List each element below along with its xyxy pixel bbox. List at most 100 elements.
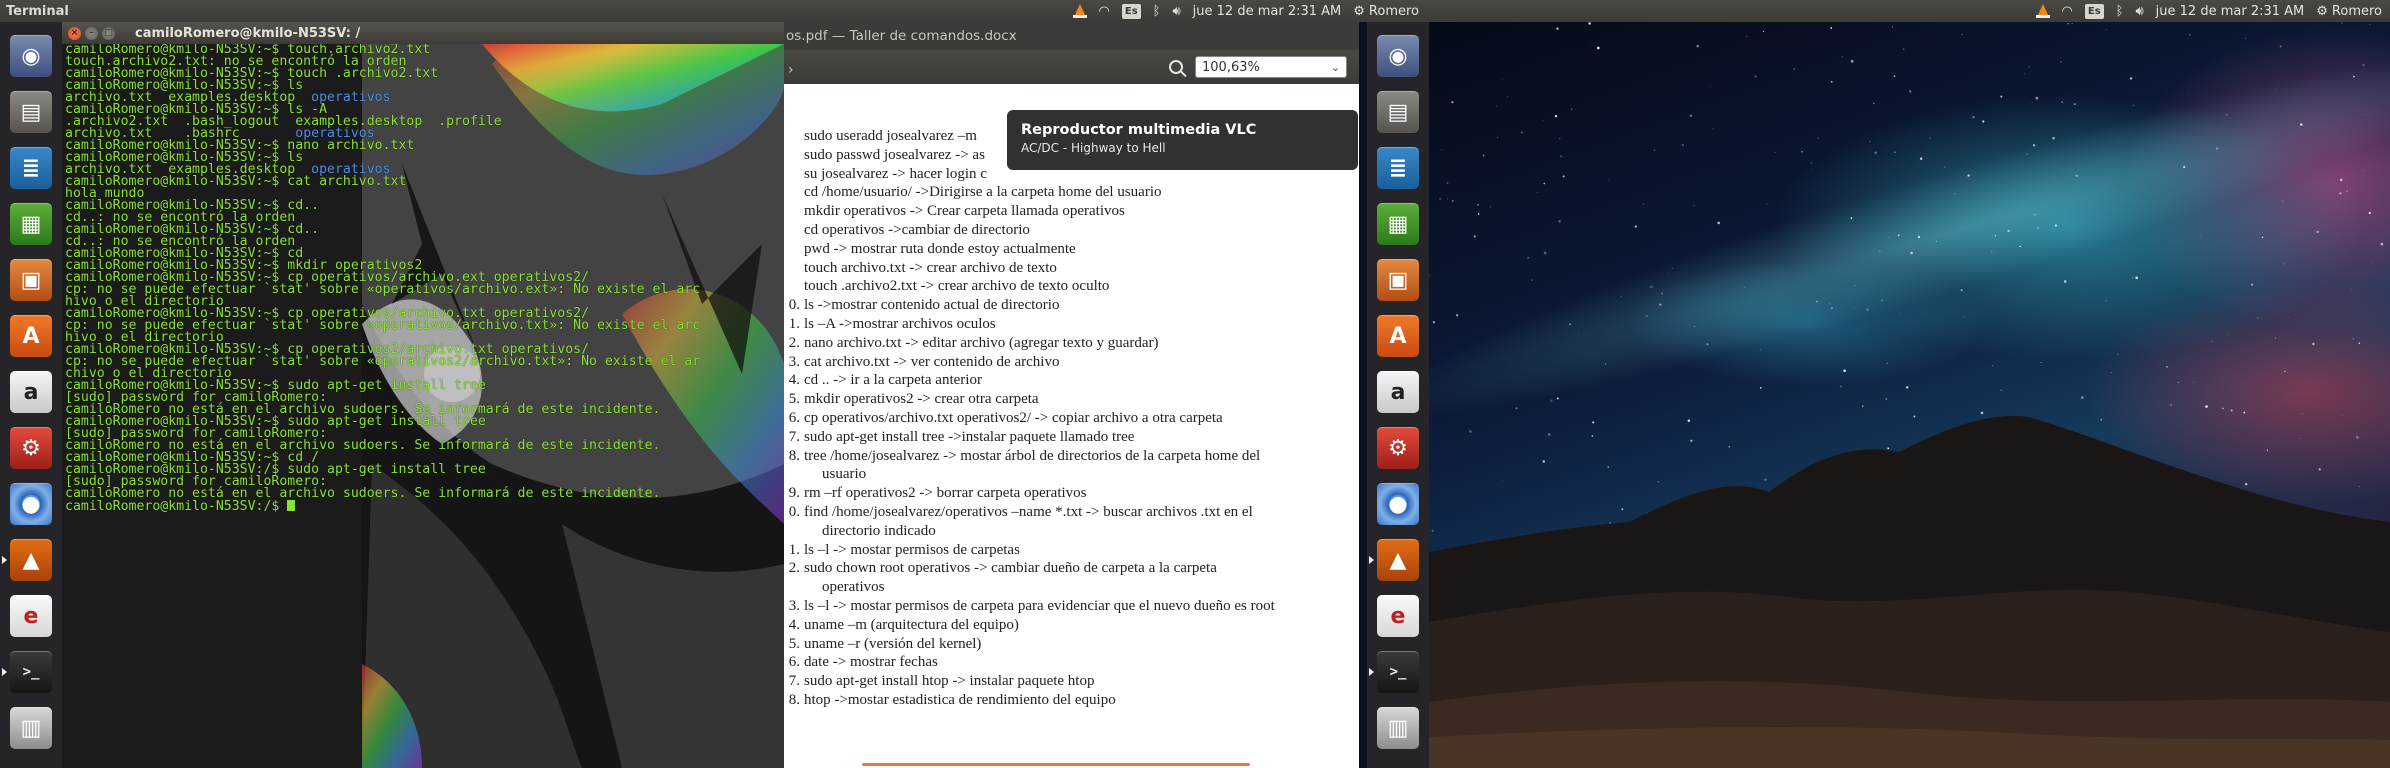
star <box>1558 137 1561 140</box>
star <box>2071 22 2073 25</box>
chevron-down-icon[interactable]: ⌄ <box>1331 61 1340 74</box>
volume-icon[interactable]: 🔊︎ <box>2135 2 2143 20</box>
launcher-libreoffice-impress-button[interactable]: ▣ <box>7 254 55 306</box>
star <box>2284 370 2286 373</box>
terminal-titlebar[interactable]: × – □ camiloRomero@kmilo-N53SV: / <box>62 22 784 44</box>
line-number <box>784 183 802 202</box>
line-text: nano archivo.txt -> editar archivo (agre… <box>804 334 1159 351</box>
network-icon[interactable]: ◠ <box>2062 2 2073 20</box>
document-line: 2. nano archivo.txt -> editar archivo (ag… <box>784 334 1359 353</box>
terminal-window[interactable]: × – □ camiloRomero@kmilo-N53SV: / camilo… <box>62 22 784 768</box>
launcher-ubuntu-software-center-button[interactable]: A <box>1374 310 1422 362</box>
chevron-right-icon[interactable]: › <box>788 62 794 78</box>
document-page[interactable]: sudo useradd josealvarez –m sudo passwd j… <box>784 84 1359 768</box>
launcher-files-button[interactable]: ▤ <box>1374 86 1422 138</box>
session-gear-icon[interactable]: ⚙ <box>1353 2 1365 20</box>
star <box>1759 386 1762 389</box>
star <box>2363 170 2364 171</box>
launcher-help-desk-button[interactable]: e <box>1374 590 1422 642</box>
star <box>2365 113 2367 115</box>
star <box>1706 343 1709 345</box>
document-line: 4. uname –m (arquitectura del equipo) <box>784 616 1359 635</box>
document-viewer-titlebar[interactable]: os.pdf — Taller de comandos.docx <box>784 22 1359 50</box>
star <box>1862 405 1864 407</box>
launcher-chromium-button[interactable]: ● <box>7 478 55 530</box>
launcher-dash-home-button[interactable]: ◉ <box>7 30 55 82</box>
keyboard-layout-indicator[interactable]: Es <box>2084 3 2104 19</box>
bluetooth-icon[interactable]: ᛒ <box>2116 2 2124 20</box>
launcher-help-desk-button[interactable]: e <box>7 590 55 642</box>
session-gear-icon[interactable]: ⚙ <box>2316 2 2328 20</box>
search-icon[interactable] <box>1169 60 1183 74</box>
star <box>1554 114 1558 118</box>
maximize-window-button[interactable]: □ <box>102 26 115 40</box>
star <box>2368 211 2371 215</box>
star <box>1843 369 1846 373</box>
star <box>2318 468 2321 471</box>
launcher-amazon-button[interactable]: a <box>1374 366 1422 418</box>
launcher-vlc-button[interactable]: ▲ <box>1369 534 1422 586</box>
star <box>1854 307 1856 309</box>
launcher-trash-button[interactable]: ▥ <box>7 702 55 754</box>
minimize-window-button[interactable]: – <box>85 26 98 40</box>
launcher-vlc-button[interactable]: ▲ <box>2 534 55 586</box>
clock[interactable]: jue 12 de mar 2:31 AM <box>2156 2 2305 20</box>
star <box>1696 45 1699 48</box>
close-window-button[interactable]: × <box>68 26 81 40</box>
launcher-libreoffice-writer-button[interactable]: ≣ <box>7 142 55 194</box>
volume-icon[interactable]: 🔊︎ <box>1172 2 1180 20</box>
launcher-amazon-button[interactable]: a <box>7 366 55 418</box>
star <box>1991 251 1993 252</box>
launcher-ubuntu-software-center-button[interactable]: A <box>7 310 55 362</box>
star <box>2210 340 2213 343</box>
launcher-chromium-button[interactable]: ● <box>1374 478 1422 530</box>
zoom-select[interactable]: 100,63% ⌄ <box>1195 56 1347 78</box>
star <box>1903 48 1905 50</box>
bluetooth-icon[interactable]: ᛒ <box>1153 2 1161 20</box>
vlc-tray-icon[interactable] <box>1072 4 1087 18</box>
launcher-terminal-button[interactable]: >_ <box>1369 646 1422 698</box>
star <box>1961 33 1963 36</box>
star <box>1649 285 1653 289</box>
user-name[interactable]: Romero <box>1369 2 1419 20</box>
vlc-tray-icon[interactable] <box>2035 4 2050 18</box>
terminal-output[interactable]: camiloRomero@kmilo-N53SV:~$ touch.archiv… <box>65 44 700 513</box>
star <box>2035 96 2039 100</box>
star <box>2063 280 2067 283</box>
user-name[interactable]: Romero <box>2332 2 2382 20</box>
star <box>1596 46 1600 50</box>
line-number: 0. <box>788 297 800 314</box>
launcher-system-settings-button[interactable]: ⚙ <box>1374 422 1422 474</box>
launcher-files-button[interactable]: ▤ <box>7 86 55 138</box>
vlc-icon: ▲ <box>10 539 52 581</box>
star <box>2080 396 2084 399</box>
launcher-libreoffice-impress-button[interactable]: ▣ <box>1374 254 1422 306</box>
star <box>2275 337 2277 339</box>
line-text: cd operativos ->cambiar de directorio <box>804 221 1030 238</box>
network-icon[interactable]: ◠ <box>1099 2 1110 20</box>
terminal-body[interactable]: camiloRomero@kmilo-N53SV:~$ touch.archiv… <box>62 44 784 768</box>
star <box>1886 362 1888 365</box>
star <box>1710 85 1711 87</box>
document-line: 7. sudo apt-get install htop -> instalar … <box>784 672 1359 691</box>
horizontal-scrollbar[interactable] <box>862 763 1250 766</box>
star <box>1431 529 1434 532</box>
launcher-libreoffice-writer-button[interactable]: ≣ <box>1374 142 1422 194</box>
notification-title: Reproductor multimedia VLC <box>1021 122 1257 138</box>
launcher-trash-button[interactable]: ▥ <box>1374 702 1422 754</box>
star <box>1693 204 1695 207</box>
keyboard-layout-indicator[interactable]: Es <box>1121 3 1141 19</box>
launcher-libreoffice-calc-button[interactable]: ▦ <box>7 198 55 250</box>
clock[interactable]: jue 12 de mar 2:31 AM <box>1193 2 1342 20</box>
launcher-libreoffice-calc-button[interactable]: ▦ <box>1374 198 1422 250</box>
launcher-system-settings-button[interactable]: ⚙ <box>7 422 55 474</box>
star <box>2312 342 2315 346</box>
star <box>2283 263 2285 265</box>
launcher-dash-home-button[interactable]: ◉ <box>1374 30 1422 82</box>
star <box>2245 37 2246 39</box>
star <box>2205 405 2208 408</box>
star <box>2358 342 2361 345</box>
star <box>1897 234 1900 237</box>
launcher-terminal-button[interactable]: >_ <box>2 646 55 698</box>
star <box>2341 22 2343 24</box>
